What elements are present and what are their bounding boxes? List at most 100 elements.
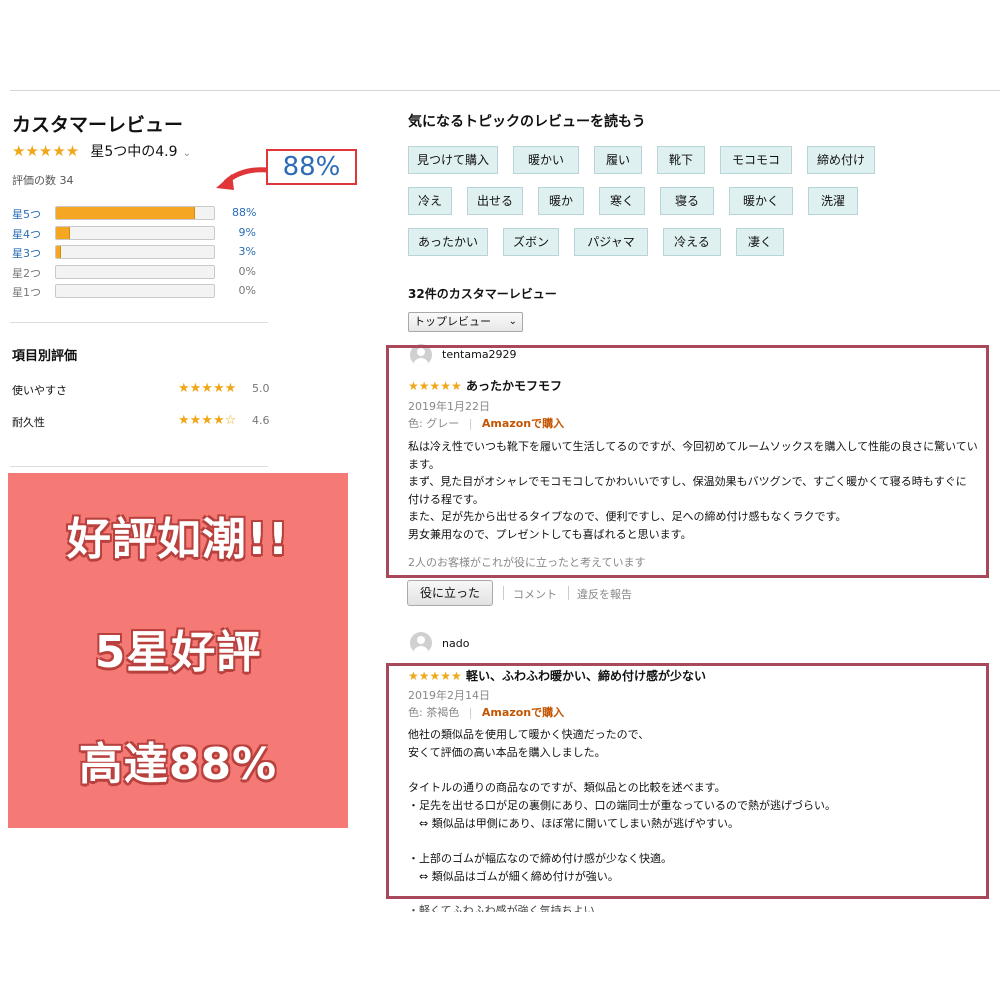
promo-line-2: 5星好評 [94,627,262,678]
review-text-line: ⇔ 類似品は甲側にあり、ほぼ常に開いてしまい熱が逃げやすい。 [408,816,739,830]
topic-tag[interactable]: 洗濯 [808,187,858,215]
chevron-down-icon: ⌄ [508,316,517,327]
histogram-bar [55,264,215,279]
helpful-button[interactable]: 役に立った [407,580,493,606]
histogram-bar [55,245,215,259]
review-text-line: ます。 [408,457,440,471]
histogram-label: 星3つ [12,247,41,260]
topic-tag[interactable]: あったかい [408,228,488,256]
review1-stars-icon: ★★★★★ [408,379,462,393]
overall-rating[interactable]: ★★★★★ 星5つ中の4.9 ⌄ [12,141,191,161]
topic-tag[interactable]: 冷える [663,228,721,256]
review2-stars-icon: ★★★★★ [408,669,462,683]
review-text-line: 安くて評価の高い本品を購入しました。 [408,745,606,759]
review-text-line: タイトルの通りの商品なのですが、類似品との比較を述べます。 [408,781,726,795]
histogram-percent: 0% [238,284,256,297]
red-arrow-icon [216,167,271,190]
attribute-row: 耐久性 ★★★★☆ 4.6 [12,413,272,430]
comment-link[interactable]: コメント [513,586,557,602]
histogram-fill [56,246,61,258]
rating-text: 星5つ中の4.9 [90,144,178,160]
attribute-stars-icon: ★★★★★ [178,381,237,396]
review-text-line: また、足が先から出せるタイプなので、便利ですし、足への締め付け感もなくラクです。 [408,510,847,523]
topic-tag[interactable]: 出せる [467,187,523,215]
user-avatar-icon [410,632,432,654]
sort-dropdown[interactable]: トップレビュー ⌄ [408,312,523,332]
review2-meta: 色: 茶褐色 | Amazonで購入 [408,706,565,719]
review2-username[interactable]: nado [442,637,469,650]
histogram-percent: 0% [238,264,256,278]
attribute-value: 5.0 [252,382,270,395]
review2-color: 色: 茶褐色 [408,706,460,719]
promo-banner: 好評如潮!! 5星好評 高達88% [8,473,348,828]
histogram-bar [55,284,215,298]
histogram-label: 星5つ [12,208,41,221]
attribute-value: 4.6 [252,414,270,427]
review1-title: あったかモフモフ [465,379,562,393]
promo-line-3: 高達88% [78,739,278,790]
attribute-row: 使いやすさ ★★★★★ 5.0 [12,381,272,398]
review1-date: 2019年1月22日 [408,400,490,413]
review-text-line: 他社の類似品を使用して暖かく快適だったので、 [408,728,650,741]
action-separator [568,586,569,600]
histogram-fill [56,226,71,239]
histogram-label: 星4つ [12,227,41,241]
topic-tag[interactable]: 寝る [660,187,714,215]
histogram-percent: 88% [232,206,257,219]
rating-stars-icon: ★★★★★ [12,142,80,160]
promo-line-1: 好評如潮!! [66,514,290,565]
topic-tag[interactable]: モコモコ [720,146,792,174]
histogram-bar [55,225,215,240]
review2-verified-badge: Amazonで購入 [481,706,565,719]
review1-helpful-count: 2人のお客様がこれが役に立ったと考えています [408,556,646,569]
review1-header[interactable]: ★★★★★ あったかモフモフ [408,377,562,394]
topic-tag[interactable]: 暖か [538,187,584,215]
histogram-label: 星2つ [12,266,41,280]
topic-tag[interactable]: 靴下 [657,146,705,174]
top-divider [10,90,1000,91]
review1-verified-badge: Amazonで購入 [481,417,565,430]
topics-title: 気になるトピックのレビューを読もう [408,114,646,130]
histogram-bar [55,206,215,220]
left-divider-1 [10,322,268,323]
topic-tag[interactable]: 履い [594,146,642,174]
review2-title: 軽い、ふわふわ暖かい、締め付け感が少ない [465,669,706,683]
attribute-name: 使いやすさ [12,384,67,397]
attribute-name: 耐久性 [12,416,45,429]
review-text-line: 付ける程です。 [408,492,484,506]
highlight-percentage: 88% [266,149,357,185]
chevron-down-icon: ⌄ [182,148,191,159]
sort-selected: トップレビュー [414,315,491,328]
topic-tag[interactable]: 見つけて購入 [408,146,498,174]
rating-count: 評価の数 34 [12,174,74,187]
topic-tag[interactable]: 寒く [599,187,645,215]
histogram-percent: 3% [238,245,256,258]
histogram-percent: 9% [238,225,256,239]
review1-meta: 色: グレー | Amazonで購入 [408,417,565,430]
topic-tag[interactable]: 暖かい [513,146,579,174]
action-separator [503,586,504,600]
review2-header[interactable]: ★★★★★ 軽い、ふわふわ暖かい、締め付け感が少ない [408,667,706,684]
review1-color: 色: グレー [408,417,460,430]
review-text-line: まず、見た目がオシャレでモコモコしてかわいいですし、保温効果もバツグンで、すごく… [408,475,967,488]
review-text-line: 私は冷え性でいつも靴下を履いて生活してるのですが、今回初めてルームソックスを購入… [408,440,978,453]
review-text-line: ⇔ 類似品はゴムが細く締め付けが強い。 [408,869,619,883]
attribute-ratings-title: 項目別評価 [12,349,78,364]
review2-date: 2019年2月14日 [408,689,490,702]
attribute-stars-icon: ★★★★☆ [178,413,237,428]
left-divider-2 [10,466,268,467]
review-text-line: ・上部のゴムが幅広なので締め付け感が少なく快適。 [408,851,672,865]
histogram-label: 星1つ [12,286,41,299]
topic-tag[interactable]: パジャマ [574,228,648,256]
topic-tag[interactable]: 冷え [408,187,452,215]
topic-tag[interactable]: ズボン [503,228,559,256]
topic-tag[interactable]: 凄く [736,228,784,256]
histogram-fill [56,207,196,219]
topic-tag[interactable]: 締め付け [807,146,875,174]
report-abuse-link[interactable]: 違反を報告 [577,586,632,602]
topic-tag[interactable]: 暖かく [729,187,793,215]
reviews-heading: カスタマーレビュー [12,114,184,136]
review2-cut-line: ・軽くてふわふわ感が強く気持ちよい [408,904,595,912]
reviews-count-title: 32件のカスタマーレビュー [408,287,557,301]
review-text-line: ・足先を出せる口が足の裏側にあり、口の端同士が重なっているので熱が逃げづらい。 [408,798,837,812]
